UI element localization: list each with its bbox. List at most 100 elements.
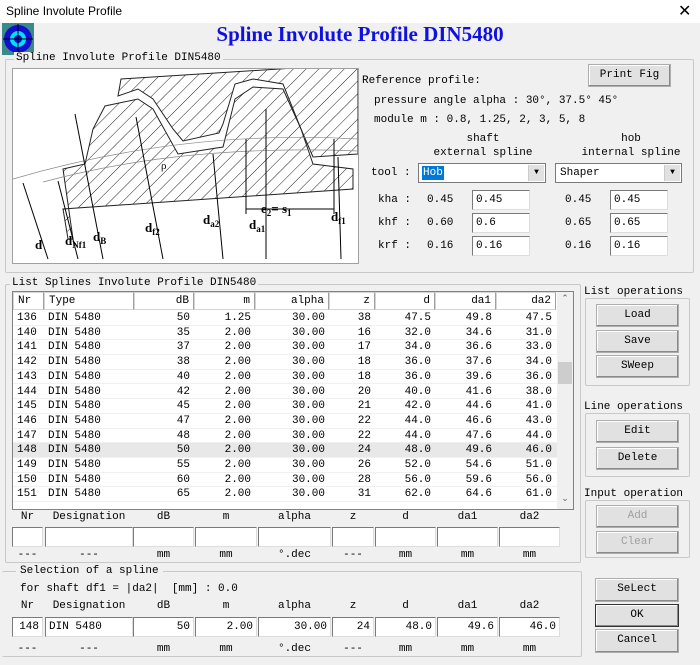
field-input-da2[interactable] bbox=[499, 527, 560, 547]
table-row[interactable]: 147 DIN 5480 48 2.00 30.00 22 44.0 47.6 44.0 bbox=[13, 429, 558, 444]
splines-table[interactable]: Nr Type dB m alpha z d da1 da2 136 DIN 5480 50 1.25… bbox=[12, 291, 574, 510]
table-scrollbar[interactable]: ⌃ ⌄ bbox=[557, 292, 573, 509]
table-cell-d: 56.0 bbox=[404, 473, 431, 486]
table-row[interactable]: 142 DIN 5480 38 2.00 30.00 18 36.0 37.6 34.0 bbox=[13, 355, 558, 370]
scroll-up-icon[interactable]: ⌃ bbox=[557, 294, 573, 304]
column-header-m[interactable]: m bbox=[194, 292, 255, 310]
field-input-nr[interactable] bbox=[12, 527, 43, 547]
column-header-db[interactable]: dB bbox=[134, 292, 194, 310]
label-da2: da2 bbox=[203, 212, 220, 229]
field-input-z[interactable] bbox=[332, 527, 374, 547]
field-input-db[interactable] bbox=[133, 527, 194, 547]
hob-param-input[interactable]: 0.16 bbox=[610, 236, 668, 256]
select-button[interactable]: SeLect bbox=[595, 578, 679, 602]
shaft-tool-select[interactable]: Hob ▼ bbox=[418, 163, 546, 183]
table-cell-db: 37 bbox=[176, 341, 190, 354]
table-cell-d: 48.0 bbox=[404, 444, 431, 457]
table-row[interactable]: 150 DIN 5480 60 2.00 30.00 28 56.0 59.6 56.0 bbox=[13, 473, 558, 488]
label-df2: df2 bbox=[145, 220, 160, 237]
scroll-down-icon[interactable]: ⌄ bbox=[557, 494, 573, 504]
field-input-designation[interactable]: DIN 5480 bbox=[45, 617, 133, 637]
table-cell-alpha: 30.00 bbox=[291, 414, 325, 427]
cancel-button[interactable]: Cancel bbox=[595, 629, 679, 653]
clear-button[interactable]: Clear bbox=[596, 531, 679, 554]
shaft-param-input[interactable]: 0.6 bbox=[472, 213, 530, 233]
field-input-da1[interactable] bbox=[437, 527, 498, 547]
field-input-da1[interactable]: 49.6 bbox=[437, 617, 498, 637]
table-row[interactable]: 145 DIN 5480 45 2.00 30.00 21 42.0 44.6 41.0 bbox=[13, 399, 558, 414]
table-cell-alpha: 30.00 bbox=[291, 370, 325, 383]
hob-param-input[interactable]: 0.65 bbox=[610, 213, 668, 233]
hob-param-input[interactable]: 0.45 bbox=[610, 190, 668, 210]
column-header-d[interactable]: d bbox=[375, 292, 435, 310]
table-cell-da2: 33.0 bbox=[525, 341, 552, 354]
table-cell-m: 2.00 bbox=[224, 459, 251, 471]
table-row[interactable]: 136 DIN 5480 50 1.25 30.00 38 47.5 49.8 47.5 bbox=[13, 311, 558, 326]
column-header-alpha[interactable]: alpha bbox=[255, 292, 329, 310]
chevron-down-icon[interactable]: ▼ bbox=[528, 165, 544, 181]
field-input-da2[interactable]: 46.0 bbox=[499, 617, 560, 637]
sweep-button[interactable]: SWeep bbox=[596, 355, 679, 378]
field-input-d[interactable] bbox=[375, 527, 436, 547]
table-cell-d: 32.0 bbox=[404, 326, 431, 339]
involute-profile-figure: d dNf1 dB df2 da2 da1 df1 e2= s1 ρ bbox=[12, 63, 359, 264]
field-input-nr[interactable]: 148 bbox=[12, 617, 43, 637]
table-cell-da1: 54.6 bbox=[465, 459, 492, 471]
table-row[interactable]: 144 DIN 5480 42 2.00 30.00 20 40.0 41.6 38.0 bbox=[13, 385, 558, 400]
edit-button[interactable]: Edit bbox=[596, 420, 679, 443]
table-row[interactable]: 149 DIN 5480 55 2.00 30.00 26 52.0 54.6 51.0 bbox=[13, 458, 558, 473]
field-unit: mm bbox=[219, 643, 233, 655]
shaft-default-value: 0.60 bbox=[427, 217, 454, 229]
table-row[interactable]: 146 DIN 5480 47 2.00 30.00 22 44.0 46.6 43.0 bbox=[13, 414, 558, 429]
table-row[interactable]: 148 DIN 5480 50 2.00 30.00 24 48.0 49.6 46.0 bbox=[13, 443, 558, 458]
list-operations-legend: List operations bbox=[582, 286, 686, 298]
field-input-z[interactable]: 24 bbox=[332, 617, 374, 637]
load-button[interactable]: Load bbox=[596, 304, 679, 327]
param-label: kha : bbox=[378, 194, 412, 206]
field-unit: mm bbox=[156, 549, 171, 561]
table-row[interactable]: 151 DIN 5480 65 2.00 30.00 31 62.0 64.6 61.0 bbox=[13, 487, 558, 503]
column-header-type[interactable]: Type bbox=[44, 292, 134, 310]
ok-button[interactable]: OK bbox=[595, 604, 679, 627]
scrollbar-thumb[interactable] bbox=[558, 362, 572, 384]
field-input-db[interactable]: 50 bbox=[133, 617, 194, 637]
hob-tool-select[interactable]: Shaper ▼ bbox=[555, 163, 682, 183]
field-input-alpha[interactable]: 30.00 bbox=[258, 617, 331, 637]
add-button[interactable]: Add bbox=[596, 505, 679, 528]
table-cell-d: 44.0 bbox=[404, 429, 431, 442]
field-input-d[interactable]: 48.0 bbox=[375, 617, 436, 637]
table-cell-db: 50 bbox=[176, 444, 190, 457]
table-cell-m: 2.00 bbox=[224, 414, 251, 427]
column-header-da2[interactable]: da2 bbox=[496, 292, 556, 310]
table-row-partial[interactable] bbox=[13, 502, 558, 509]
table-cell-da2: 61.0 bbox=[525, 488, 552, 501]
table-row[interactable]: 143 DIN 5480 40 2.00 30.00 18 36.0 39.6 36.0 bbox=[13, 370, 558, 385]
input-operation-legend: Input operation bbox=[582, 488, 686, 500]
field-label-alpha: alpha bbox=[277, 511, 311, 523]
label-d: d bbox=[35, 237, 43, 252]
column-header-nr[interactable]: Nr bbox=[13, 292, 44, 310]
field-unit: mm bbox=[398, 549, 413, 561]
field-input-alpha[interactable] bbox=[258, 527, 331, 547]
table-cell-nr: 149 bbox=[17, 459, 37, 471]
table-row[interactable]: 140 DIN 5480 35 2.00 30.00 16 32.0 34.6 31.0 bbox=[13, 326, 558, 341]
field-input-designation[interactable] bbox=[45, 527, 133, 547]
field-input-m[interactable] bbox=[195, 527, 257, 547]
table-cell-da1: 37.6 bbox=[465, 356, 492, 369]
table-cell-db: 45 bbox=[176, 400, 190, 413]
table-cell-nr: 136 bbox=[17, 312, 37, 324]
delete-button[interactable]: Delete bbox=[596, 447, 679, 470]
save-button[interactable]: Save bbox=[596, 330, 679, 353]
shaft-param-input[interactable]: 0.45 bbox=[472, 190, 530, 210]
column-header-z[interactable]: z bbox=[329, 292, 375, 310]
field-input-m[interactable]: 2.00 bbox=[195, 617, 257, 637]
table-cell-m: 2.00 bbox=[224, 488, 251, 501]
table-row[interactable]: 141 DIN 5480 37 2.00 30.00 17 34.0 36.6 33.0 bbox=[13, 340, 558, 356]
close-button[interactable]: ✕ bbox=[678, 1, 691, 21]
chevron-down-icon[interactable]: ▼ bbox=[664, 165, 680, 181]
shaft-param-input[interactable]: 0.16 bbox=[472, 236, 530, 256]
print-fig-button[interactable]: Print Fig bbox=[588, 64, 671, 87]
column-header-da1[interactable]: da1 bbox=[435, 292, 496, 310]
table-cell-d: 62.0 bbox=[404, 488, 431, 501]
table-cell-type: DIN 5480 bbox=[48, 385, 101, 398]
